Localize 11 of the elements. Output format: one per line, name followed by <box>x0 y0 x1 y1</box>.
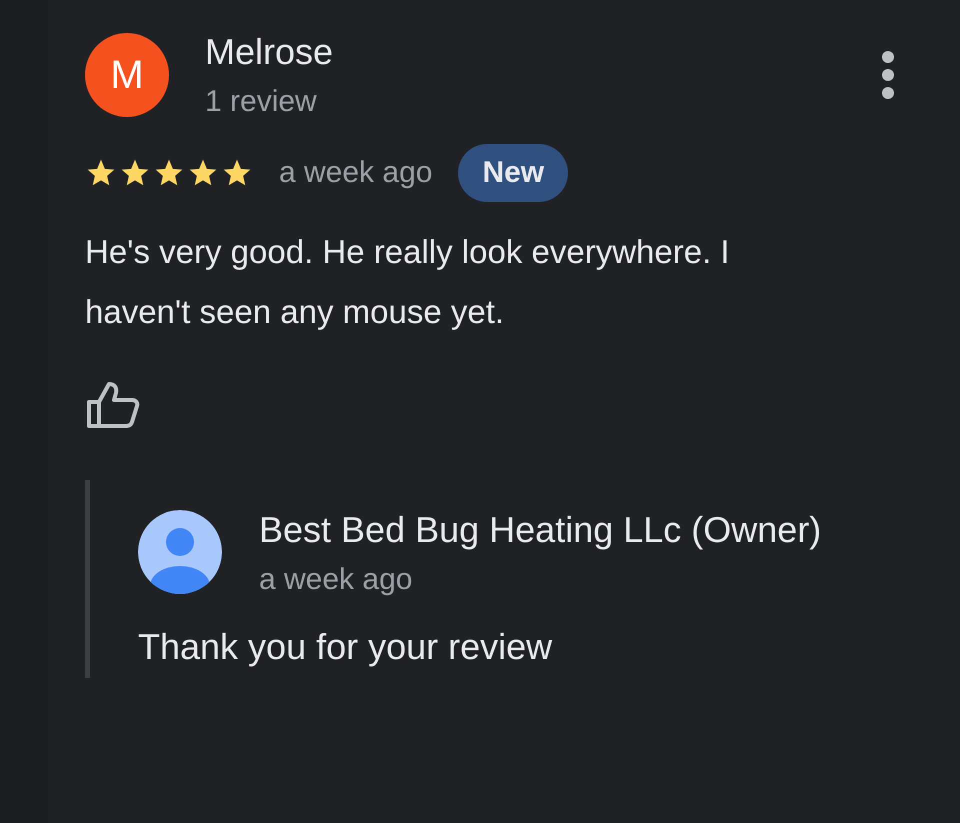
reply-text: Thank you for your review <box>138 626 554 668</box>
review-time: a week ago <box>279 156 432 190</box>
author-name[interactable]: Melrose <box>205 30 880 74</box>
reply-time: a week ago <box>259 562 414 598</box>
user-avatar: M <box>85 33 169 117</box>
thumbs-up-icon[interactable] <box>85 380 141 430</box>
review-text: He's very good. He really look everywhere. I haven't seen any mouse yet. <box>85 232 731 332</box>
owner-name: Best Bed Bug Heating LLc (Owner) <box>259 508 822 552</box>
new-badge: New <box>458 144 568 202</box>
review-count: 1 review <box>205 84 318 120</box>
more-options-icon[interactable] <box>880 50 896 100</box>
